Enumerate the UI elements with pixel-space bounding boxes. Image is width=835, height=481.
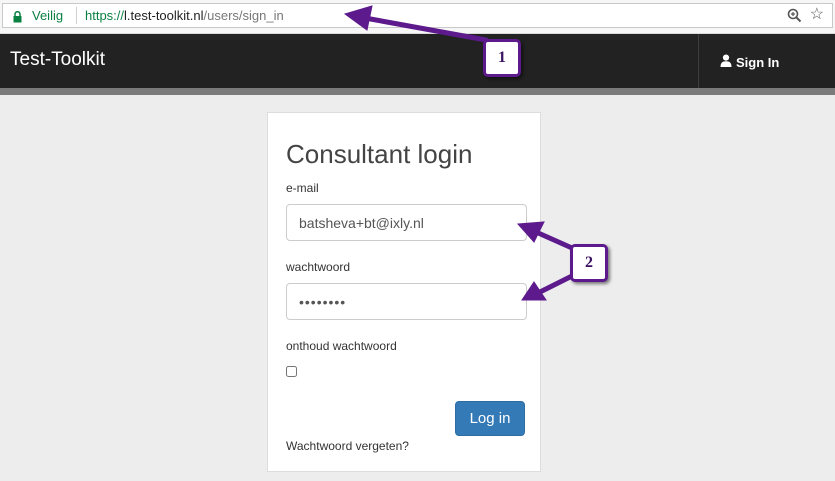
url-path: /users/sign_in <box>203 8 284 23</box>
url-text[interactable]: https://l.test-toolkit.nl/users/sign_in <box>85 8 284 23</box>
annotation-badge-1: 1 <box>483 39 521 77</box>
remember-checkbox[interactable] <box>286 366 297 377</box>
login-panel: Consultant login e-mail wachtwoord ontho… <box>267 112 541 472</box>
signin-label: Sign In <box>736 54 780 70</box>
zoom-icon[interactable] <box>787 8 802 28</box>
password-label: wachtwoord <box>286 260 351 274</box>
star-icon[interactable]: ☆ <box>810 7 824 23</box>
lock-icon <box>13 10 22 28</box>
annotation-badge-2: 2 <box>570 244 608 282</box>
page-title: Consultant login <box>286 139 473 169</box>
url-scheme: https:// <box>85 8 125 23</box>
email-field[interactable] <box>286 204 527 241</box>
annotation-arrow-2a <box>533 229 575 251</box>
nav-divider <box>698 34 699 88</box>
signin-link[interactable]: Sign In <box>720 54 779 70</box>
email-label: e-mail <box>286 181 319 195</box>
password-field[interactable] <box>286 283 527 320</box>
url-box[interactable]: Veilig https://l.test-toolkit.nl/users/s… <box>2 3 833 28</box>
secure-label: Veilig <box>32 8 64 23</box>
remember-label: onthoud wachtwoord <box>286 339 397 353</box>
annotation-arrow-2b <box>537 273 575 295</box>
brand-link[interactable]: Test-Toolkit <box>10 49 105 71</box>
login-button[interactable]: Log in <box>455 401 525 436</box>
browser-address-bar: Veilig https://l.test-toolkit.nl/users/s… <box>0 0 835 34</box>
user-icon <box>720 54 732 70</box>
navbar: Test-Toolkit Sign In <box>0 34 835 95</box>
url-host: l.test-toolkit.nl <box>124 8 204 23</box>
url-separator <box>76 7 77 24</box>
forgot-password-link[interactable]: Wachtwoord vergeten? <box>286 439 409 453</box>
